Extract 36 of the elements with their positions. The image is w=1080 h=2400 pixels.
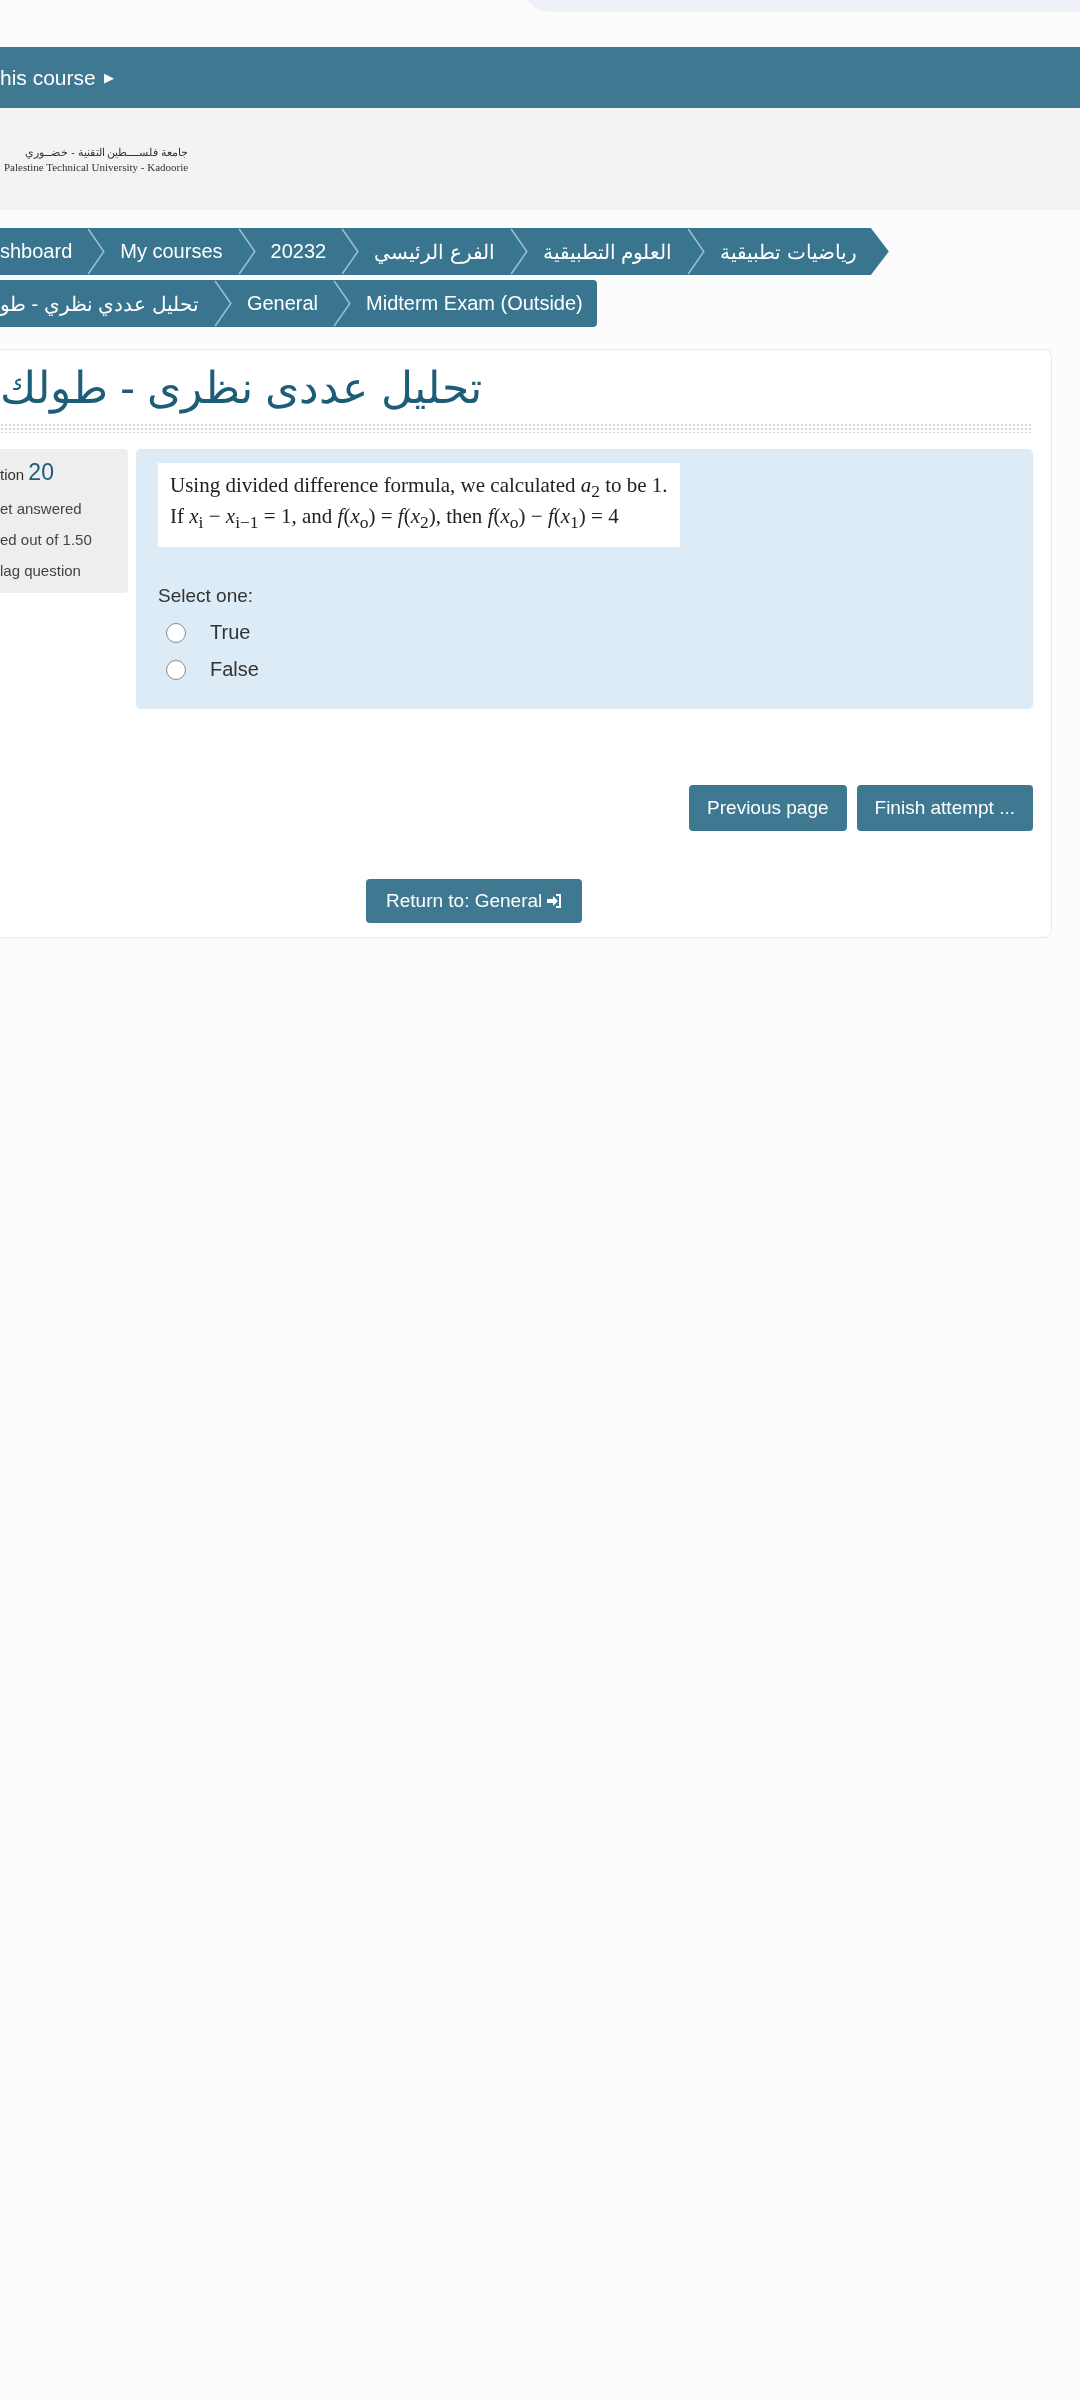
return-button[interactable]: Return to: General (366, 879, 583, 924)
page-title: تحليل عددى نظرى - طولك (0, 362, 483, 416)
question-status: et answered (0, 500, 83, 517)
logo-english-text: Palestine Technical University - Kadoorie (4, 160, 189, 173)
question-marks: ed out of 1.50 (0, 531, 93, 548)
question-text: Using divided difference formula, we calculated a$_{2}$ to be 1. (170, 473, 668, 503)
breadcrumb-link[interactable]: تحليل عددي نظري - طو (0, 291, 213, 316)
question-text: If x$_{i}$ − x$_{i−1}$ = 1, and f(x$_{o}$) = f(x$_{2}$), then f(x$_{o}$) − f(x$_{1}$) = 4 (170, 504, 620, 534)
chevron-icon (508, 228, 529, 275)
select-prompt: Select one: (158, 585, 254, 608)
breadcrumb-link[interactable]: الفرع الرئيسي (360, 239, 509, 264)
flag-question-link[interactable]: lag question (0, 562, 128, 579)
breadcrumb-link[interactable]: shboard (0, 240, 87, 263)
nav-button[interactable]: Previous page (689, 785, 847, 832)
chevron-icon (236, 228, 257, 275)
question-number: tion 20 (0, 459, 55, 486)
radio-button[interactable] (166, 659, 186, 680)
breadcrumb-link[interactable]: 20232 (256, 240, 341, 263)
radio-button[interactable] (166, 622, 186, 643)
chevron-icon (86, 228, 107, 275)
course-menu-link[interactable]: his course (0, 65, 96, 90)
option-label[interactable]: True (210, 621, 251, 645)
breadcrumb-link[interactable]: Midterm Exam (Outside) (352, 292, 597, 315)
option-label[interactable]: False (210, 658, 259, 682)
chevron-icon (340, 228, 361, 275)
caret-icon: ▶ (103, 70, 114, 85)
breadcrumb-link[interactable]: العلوم التطبيقية (528, 239, 687, 264)
breadcrumb-link[interactable]: My courses (106, 240, 237, 263)
enter-icon (546, 893, 563, 910)
chevron-icon (332, 280, 353, 327)
nav-button[interactable]: Finish attempt ... (856, 785, 1033, 832)
chevron-icon (686, 228, 707, 275)
breadcrumb-link[interactable]: General (232, 292, 333, 315)
chevron-icon (212, 280, 233, 327)
logo-arabic-text: جامعة فلســــطين التقنية - خضــوري (25, 145, 189, 159)
breadcrumb-link[interactable]: رياضيات تطبيقية (706, 239, 871, 264)
